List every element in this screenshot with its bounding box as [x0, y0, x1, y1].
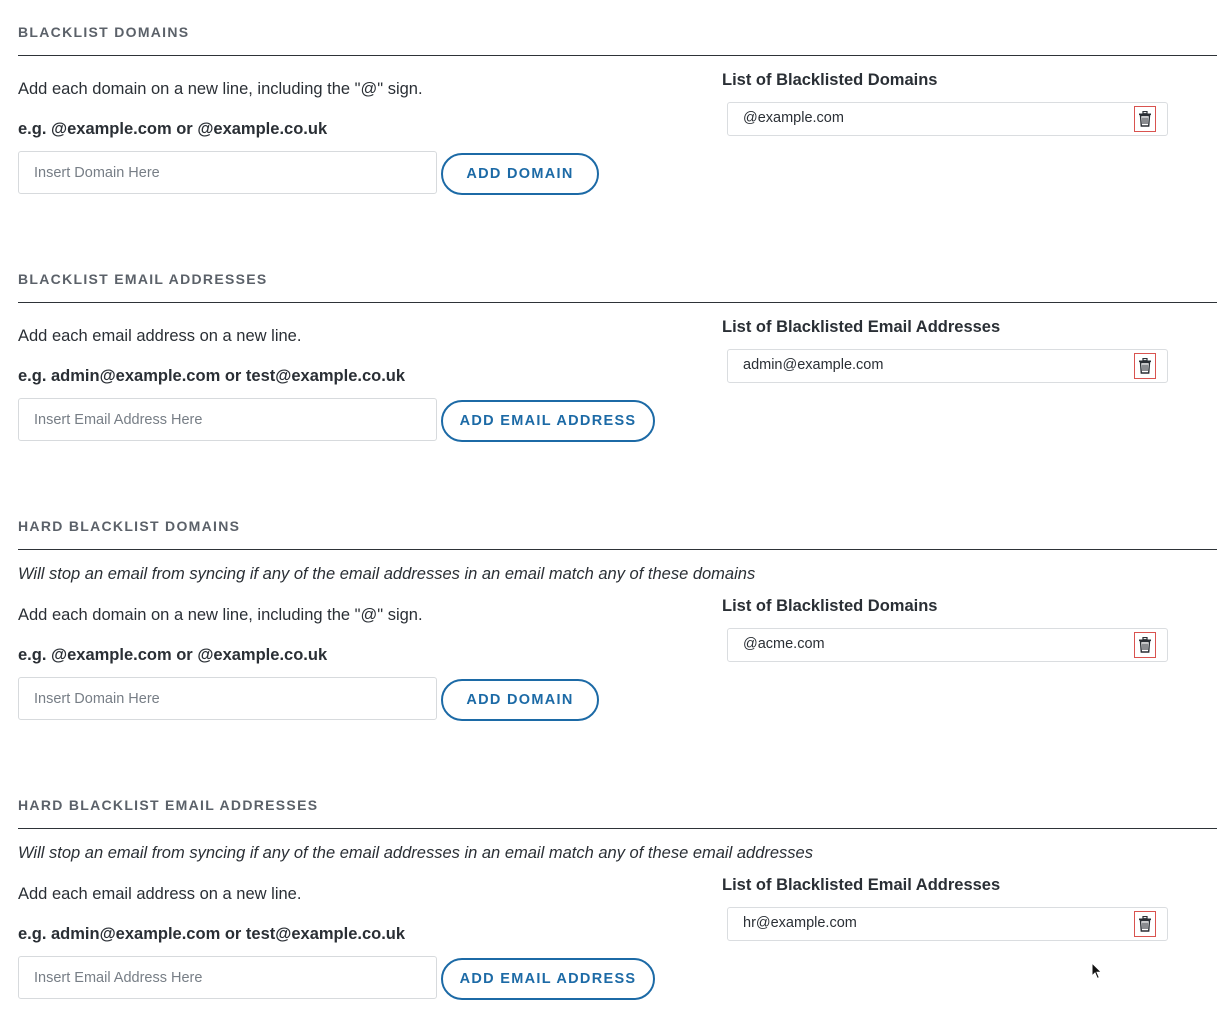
domain-input[interactable]: [18, 677, 437, 720]
list-heading: List of Blacklisted Domains: [722, 597, 938, 615]
section-divider: [18, 55, 1217, 56]
trash-icon: [1139, 358, 1151, 374]
mouse-cursor-icon: [1091, 962, 1103, 980]
delete-button[interactable]: [1134, 106, 1156, 132]
example-text: e.g. @example.com or @example.co.uk: [18, 120, 328, 138]
example-text: e.g. admin@example.com or test@example.c…: [18, 925, 406, 943]
add-domain-button[interactable]: ADD DOMAIN: [441, 679, 599, 721]
list-heading: List of Blacklisted Domains: [722, 71, 938, 89]
instruction-text: Add each domain on a new line, including…: [18, 606, 423, 624]
add-email-address-button[interactable]: ADD EMAIL ADDRESS: [441, 958, 655, 1000]
note-text: Will stop an email from syncing if any o…: [18, 844, 813, 862]
section-divider: [18, 549, 1217, 550]
list-item-value: @acme.com: [743, 636, 825, 652]
list-item-value: admin@example.com: [743, 357, 884, 373]
section-divider: [18, 302, 1217, 303]
example-text: e.g. @example.com or @example.co.uk: [18, 646, 328, 664]
section-title: HARD BLACKLIST DOMAINS: [18, 518, 241, 534]
section-title: HARD BLACKLIST EMAIL ADDRESSES: [18, 797, 319, 813]
trash-icon: [1139, 637, 1151, 653]
instruction-text: Add each email address on a new line.: [18, 885, 302, 903]
instruction-text: Add each domain on a new line, including…: [18, 80, 423, 98]
list-item: @acme.com: [727, 628, 1168, 662]
list-heading: List of Blacklisted Email Addresses: [722, 876, 1001, 894]
add-domain-button[interactable]: ADD DOMAIN: [441, 153, 599, 195]
domain-input[interactable]: [18, 151, 437, 194]
list-heading: List of Blacklisted Email Addresses: [722, 318, 1001, 336]
delete-button[interactable]: [1134, 632, 1156, 658]
trash-icon: [1139, 916, 1151, 932]
example-text: e.g. admin@example.com or test@example.c…: [18, 367, 406, 385]
delete-button[interactable]: [1134, 911, 1156, 937]
list-item-value: hr@example.com: [743, 915, 857, 931]
email-address-input[interactable]: [18, 398, 437, 441]
list-item: @example.com: [727, 102, 1168, 136]
section-title: BLACKLIST EMAIL ADDRESSES: [18, 271, 268, 287]
trash-icon: [1139, 111, 1151, 127]
list-item-value: @example.com: [743, 110, 844, 126]
add-email-address-button[interactable]: ADD EMAIL ADDRESS: [441, 400, 655, 442]
section-title: BLACKLIST DOMAINS: [18, 24, 190, 40]
instruction-text: Add each email address on a new line.: [18, 327, 302, 345]
list-item: hr@example.com: [727, 907, 1168, 941]
delete-button[interactable]: [1134, 353, 1156, 379]
note-text: Will stop an email from syncing if any o…: [18, 565, 756, 583]
section-divider: [18, 828, 1217, 829]
list-item: admin@example.com: [727, 349, 1168, 383]
email-address-input[interactable]: [18, 956, 437, 999]
